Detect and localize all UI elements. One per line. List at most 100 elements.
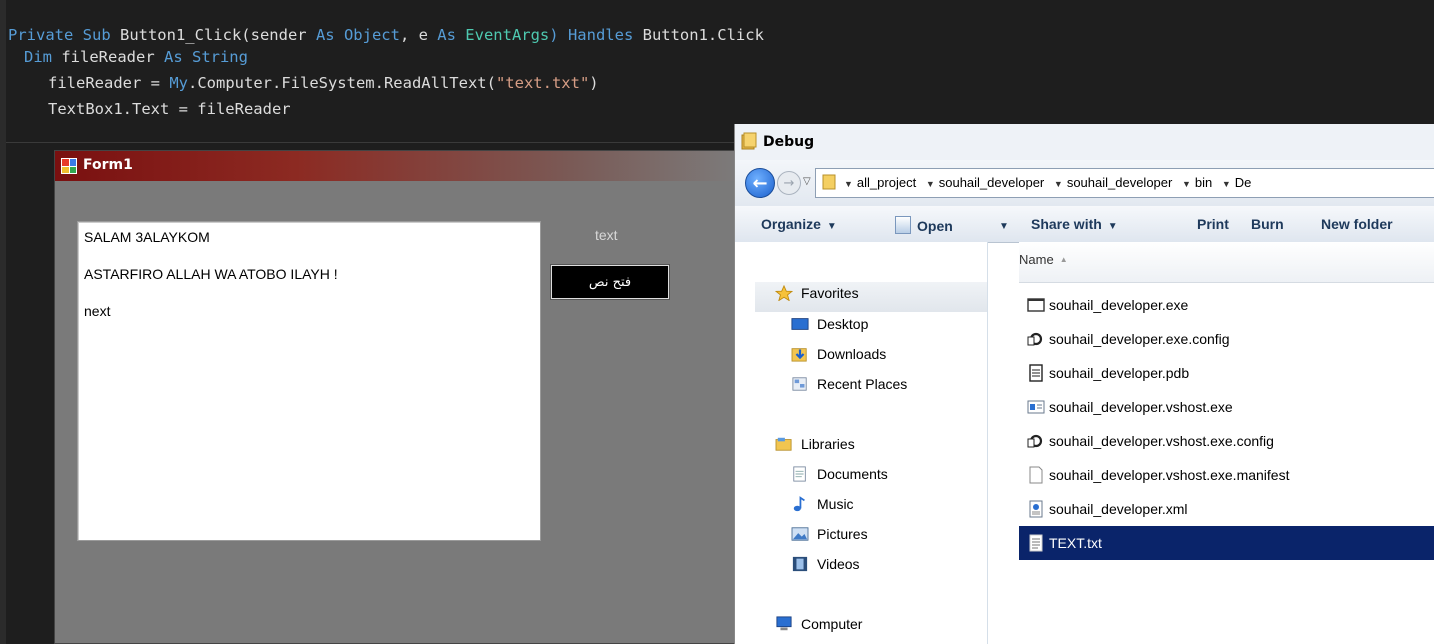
file-row[interactable]: souhail_developer.vshost.exe	[1019, 390, 1434, 424]
nav-music[interactable]: Music	[791, 496, 854, 512]
organize-button[interactable]: Organize ▼	[761, 216, 837, 232]
code-text: , e	[399, 26, 438, 44]
chevron-right-icon[interactable]: ▼	[1054, 179, 1063, 189]
keyword: My	[169, 74, 188, 92]
file-name: souhail_developer.pdb	[1049, 365, 1190, 381]
chevron-down-icon: ▼	[999, 221, 1009, 232]
forward-button[interactable]: →	[777, 171, 801, 195]
pictures-icon	[791, 527, 809, 541]
file-name: TEXT.txt	[1049, 535, 1102, 551]
nav-label: Favorites	[801, 285, 859, 301]
nav-label: Videos	[817, 556, 860, 572]
breadcrumb: ▼ all_project ▼ souhail_developer ▼ souhail…	[844, 175, 1257, 190]
code-text: )	[589, 74, 599, 92]
keyword: As	[437, 26, 466, 44]
form-app-icon	[61, 158, 77, 174]
file-row[interactable]: souhail_developer.exe	[1019, 288, 1434, 322]
downloads-icon	[791, 348, 807, 362]
nav-label: Desktop	[817, 316, 869, 332]
breadcrumb-item[interactable]: bin	[1195, 175, 1212, 190]
nav-favorites[interactable]: Favorites	[775, 285, 859, 301]
breadcrumb-item[interactable]: souhail_developer	[1067, 175, 1173, 190]
open-text-button[interactable]: فتح نص	[550, 264, 670, 300]
chevron-right-icon[interactable]: ▼	[1182, 179, 1191, 189]
nav-libraries[interactable]: Libraries	[775, 436, 855, 452]
chevron-down-icon: ▼	[826, 221, 837, 232]
app-window-icon	[1027, 298, 1045, 312]
config-icon	[1027, 434, 1043, 448]
file-row[interactable]: souhail_developer.xml	[1019, 492, 1434, 526]
nav-downloads[interactable]: Downloads	[791, 346, 886, 362]
textbox-line: SALAM 3ALAYKOM	[84, 229, 210, 245]
recent-pages-dropdown-icon[interactable]: ▽	[803, 176, 811, 187]
file-row-selected[interactable]: TEXT.txt	[1019, 526, 1434, 560]
vshost-app-icon	[1027, 400, 1045, 414]
open-dropdown-button[interactable]: ▼	[993, 216, 1009, 232]
film-strip-icon	[792, 556, 808, 572]
code-text: TextBox1.Text = fileReader	[48, 100, 291, 118]
editor-gutter	[0, 0, 6, 644]
nav-label: Documents	[817, 466, 888, 482]
file-name: souhail_developer.vshost.exe.manifest	[1049, 467, 1290, 483]
xml-file-icon	[1029, 500, 1043, 518]
breadcrumb-item[interactable]: De	[1235, 175, 1252, 190]
keyword: As	[163, 48, 192, 66]
nav-label: Pictures	[817, 526, 868, 542]
nav-videos[interactable]: Videos	[791, 556, 860, 572]
code-line-1: Private Sub Button1_Click(sender As Obje…	[8, 24, 764, 46]
file-row[interactable]: souhail_developer.vshost.exe.manifest	[1019, 458, 1434, 492]
breadcrumb-item[interactable]: all_project	[857, 175, 916, 190]
sort-ascending-icon: ▲	[1059, 255, 1068, 264]
file-row[interactable]: souhail_developer.vshost.exe.config	[1019, 424, 1434, 458]
address-bar[interactable]: ▼ all_project ▼ souhail_developer ▼ souhail…	[815, 168, 1434, 198]
chevron-right-icon[interactable]: ▼	[1222, 179, 1231, 189]
type-name: EventArgs	[465, 26, 550, 44]
nav-pictures[interactable]: Pictures	[791, 526, 868, 542]
form1-window[interactable]: Form1 SALAM 3ALAYKOM ASTARFIRO ALLAH WA …	[54, 150, 744, 644]
file-name: souhail_developer.vshost.exe.config	[1049, 433, 1274, 449]
command-bar: Organize ▼ Open ▼ Share with ▼ Print Burn …	[735, 206, 1434, 243]
nav-documents[interactable]: Documents	[791, 466, 888, 482]
nav-recent-places[interactable]: Recent Places	[791, 376, 907, 392]
nav-label: Computer	[801, 616, 863, 632]
textbox-line: ASTARFIRO ALLAH WA ATOBO ILAYH !	[84, 266, 338, 282]
arrow-left-icon: ←	[752, 172, 768, 194]
navigation-bar: ← → ▽ ▼ all_project ▼ souhail_developer ▼ s…	[735, 160, 1434, 207]
file-row[interactable]: souhail_developer.pdb	[1019, 356, 1434, 390]
keyword: Handles	[567, 26, 643, 44]
open-icon	[895, 216, 911, 234]
file-row[interactable]: souhail_developer.exe.config	[1019, 322, 1434, 356]
blank-file-icon	[1029, 466, 1043, 484]
document-icon	[1029, 364, 1043, 382]
new-folder-button[interactable]: New folder	[1321, 216, 1393, 232]
keyword: Private Sub	[8, 26, 120, 44]
computer-icon	[776, 616, 792, 631]
nav-desktop[interactable]: Desktop	[791, 316, 868, 332]
explorer-titlebar[interactable]: Debug	[735, 124, 1434, 160]
code-text: )	[549, 26, 568, 44]
keyword: String	[191, 48, 248, 66]
chevron-right-icon[interactable]: ▼	[926, 179, 935, 189]
arrow-right-icon: →	[783, 175, 795, 191]
keyword: Dim	[24, 48, 62, 66]
chevron-down-icon: ▼	[1107, 221, 1118, 232]
nav-label: Libraries	[801, 436, 855, 452]
explorer-window[interactable]: Debug ← → ▽ ▼ all_project ▼ souhail_develo…	[734, 124, 1434, 644]
column-header-name[interactable]: Name ▲	[1019, 252, 1068, 267]
chevron-right-icon[interactable]: ▼	[844, 179, 853, 189]
textbox1[interactable]: SALAM 3ALAYKOM ASTARFIRO ALLAH WA ATOBO …	[77, 221, 541, 541]
back-button[interactable]: ←	[745, 168, 775, 198]
form1-titlebar[interactable]: Form1	[55, 151, 743, 181]
breadcrumb-item[interactable]: souhail_developer	[939, 175, 1045, 190]
config-icon	[1027, 332, 1043, 346]
share-with-button[interactable]: Share with ▼	[1031, 216, 1118, 232]
file-name: souhail_developer.exe.config	[1049, 331, 1230, 347]
editor-separator	[6, 142, 746, 143]
folder-icon	[741, 132, 757, 150]
open-button[interactable]: Open	[895, 216, 953, 234]
code-text: fileReader =	[48, 74, 170, 92]
burn-button[interactable]: Burn	[1251, 216, 1284, 232]
print-button[interactable]: Print	[1197, 216, 1229, 232]
nav-computer[interactable]: Computer	[775, 616, 862, 632]
open-label: Open	[917, 218, 953, 234]
